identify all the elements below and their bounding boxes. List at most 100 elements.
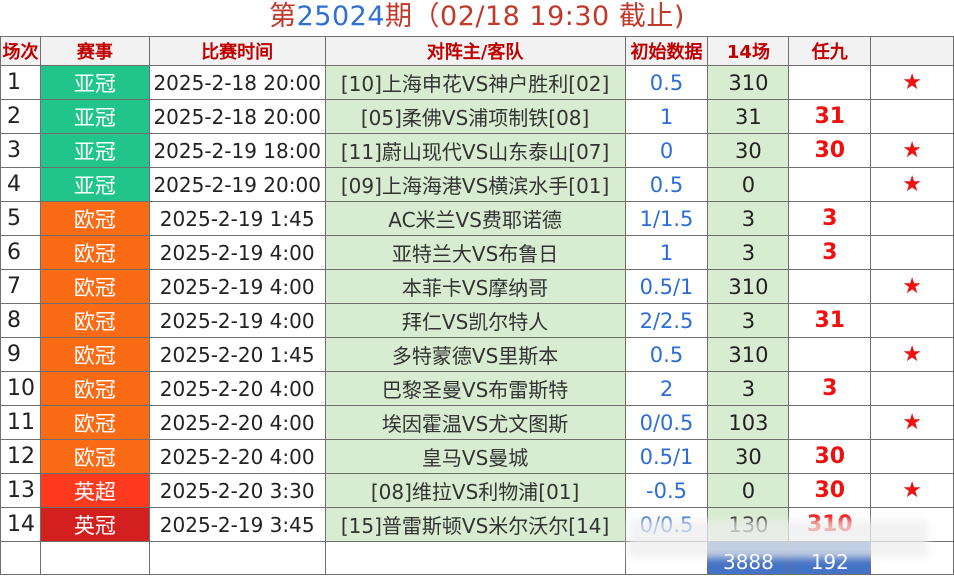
table-row: 1 亚冠 2025-2-18 20:00 [10]上海申花VS神户胜利[02] 0.5 3… [0, 65, 954, 100]
initial-odds: 1/1.5 [624, 201, 709, 236]
red-star-icon: ★ [870, 405, 954, 440]
match-teams: 拜仁VS凯尔特人 [324, 303, 626, 338]
initial-odds: 0.5/1 [624, 269, 709, 304]
pick-r9 [788, 269, 872, 304]
pick-r9 [788, 65, 872, 100]
league-badge: 欧冠 [39, 405, 150, 440]
row-index: 10 [0, 371, 41, 406]
pick-r9: 30 [788, 133, 872, 168]
initial-odds: 0.5/1 [624, 439, 709, 474]
table-row: 12 欧冠 2025-2-20 4:00 皇马VS曼城 0.5/1 30 30 [0, 439, 954, 474]
match-teams: [11]蔚山现代VS山东泰山[07] [324, 133, 626, 168]
row-index: 14 [0, 507, 41, 542]
watermark-blur [628, 520, 928, 558]
pick-14: 0 [707, 473, 790, 508]
table-row: 9 欧冠 2025-2-20 1:45 多特蒙德VS里斯本 0.5 310 ★ [0, 337, 954, 372]
pick-r9: 30 [788, 473, 872, 508]
pick-14: 103 [707, 405, 790, 440]
match-time: 2025-2-19 20:00 [148, 167, 326, 202]
match-teams: 皇马VS曼城 [324, 439, 626, 474]
pick-14: 310 [707, 337, 790, 372]
initial-odds: 0 [624, 133, 709, 168]
match-teams: [15]普雷斯顿VS米尔沃尔[14] [324, 507, 626, 542]
pick-14: 30 [707, 133, 790, 168]
match-time: 2025-2-19 4:00 [148, 269, 326, 304]
initial-odds: 0.5 [624, 65, 709, 100]
league-badge: 亚冠 [39, 133, 150, 168]
league-badge: 欧冠 [39, 269, 150, 304]
initial-odds: 0.5 [624, 337, 709, 372]
row-index: 5 [0, 201, 41, 236]
header-time: 比赛时间 [148, 36, 326, 66]
title-suffix: 期（02/18 19:30 截止) [385, 1, 685, 32]
league-badge: 亚冠 [39, 167, 150, 202]
table-row: 7 欧冠 2025-2-19 4:00 本菲卡VS摩纳哥 0.5/1 310 ★ [0, 269, 954, 304]
league-badge: 亚冠 [39, 65, 150, 100]
pick-14: 3 [707, 235, 790, 270]
initial-odds: 2/2.5 [624, 303, 709, 338]
red-star-icon [870, 303, 954, 338]
match-time: 2025-2-19 4:00 [148, 303, 326, 338]
match-time: 2025-2-19 4:00 [148, 235, 326, 270]
match-teams: [05]柔佛VS浦项制铁[08] [324, 99, 626, 134]
red-star-icon: ★ [870, 133, 954, 168]
league-badge: 欧冠 [39, 303, 150, 338]
table-row: 2 亚冠 2025-2-18 20:00 [05]柔佛VS浦项制铁[08] 1 31 31 [0, 99, 954, 134]
row-index: 4 [0, 167, 41, 202]
league-badge: 英超 [39, 473, 150, 508]
match-time: 2025-2-19 18:00 [148, 133, 326, 168]
initial-odds: -0.5 [624, 473, 709, 508]
red-star-icon [870, 99, 954, 134]
match-teams: 巴黎圣曼VS布雷斯特 [324, 371, 626, 406]
pick-14: 31 [707, 99, 790, 134]
pick-r9: 3 [788, 201, 872, 236]
match-teams: 本菲卡VS摩纳哥 [324, 269, 626, 304]
match-teams: [10]上海申花VS神户胜利[02] [324, 65, 626, 100]
table-row: 6 欧冠 2025-2-19 4:00 亚特兰大VS布鲁日 1 3 3 [0, 235, 954, 270]
match-time: 2025-2-20 4:00 [148, 405, 326, 440]
pick-r9: 31 [788, 99, 872, 134]
footer-blank [39, 541, 150, 575]
match-teams: AC米兰VS费耶诺德 [324, 201, 626, 236]
match-time: 2025-2-19 3:45 [148, 507, 326, 542]
match-teams: 亚特兰大VS布鲁日 [324, 235, 626, 270]
match-time: 2025-2-18 20:00 [148, 65, 326, 100]
pick-r9: 30 [788, 439, 872, 474]
fixtures-table: 场次 赛事 比赛时间 对阵主/客队 初始数据 14场 任九 1 亚冠 2025-2-… [0, 36, 954, 575]
pick-r9 [788, 167, 872, 202]
initial-odds: 1 [624, 235, 709, 270]
league-badge: 欧冠 [39, 235, 150, 270]
league-badge: 欧冠 [39, 201, 150, 236]
row-index: 8 [0, 303, 41, 338]
red-star-icon [870, 201, 954, 236]
row-index: 12 [0, 439, 41, 474]
table-row: 8 欧冠 2025-2-19 4:00 拜仁VS凯尔特人 2/2.5 3 31 [0, 303, 954, 338]
red-star-icon: ★ [870, 473, 954, 508]
header-14: 14场 [707, 36, 790, 66]
row-index: 7 [0, 269, 41, 304]
table-row: 11 欧冠 2025-2-20 4:00 埃因霍温VS尤文图斯 0/0.5 103 ★ [0, 405, 954, 440]
header-league: 赛事 [39, 36, 150, 66]
red-star-icon [870, 439, 954, 474]
league-badge: 欧冠 [39, 371, 150, 406]
initial-odds: 0.5 [624, 167, 709, 202]
pick-14: 3 [707, 371, 790, 406]
row-index: 3 [0, 133, 41, 168]
issue-number: 25024 [296, 1, 386, 32]
pick-r9: 3 [788, 371, 872, 406]
row-index: 13 [0, 473, 41, 508]
pick-r9: 31 [788, 303, 872, 338]
red-star-icon: ★ [870, 269, 954, 304]
header-match: 对阵主/客队 [324, 36, 626, 66]
header-row: 场次 赛事 比赛时间 对阵主/客队 初始数据 14场 任九 [0, 36, 954, 66]
header-r9: 任九 [788, 36, 872, 66]
match-teams: 多特蒙德VS里斯本 [324, 337, 626, 372]
table-row: 4 亚冠 2025-2-19 20:00 [09]上海海港VS横滨水手[01] 0.5 0… [0, 167, 954, 202]
header-star [870, 36, 954, 66]
pick-14: 3 [707, 201, 790, 236]
league-badge: 欧冠 [39, 439, 150, 474]
match-time: 2025-2-20 1:45 [148, 337, 326, 372]
match-time: 2025-2-18 20:00 [148, 99, 326, 134]
row-index: 2 [0, 99, 41, 134]
match-teams: [09]上海海港VS横滨水手[01] [324, 167, 626, 202]
